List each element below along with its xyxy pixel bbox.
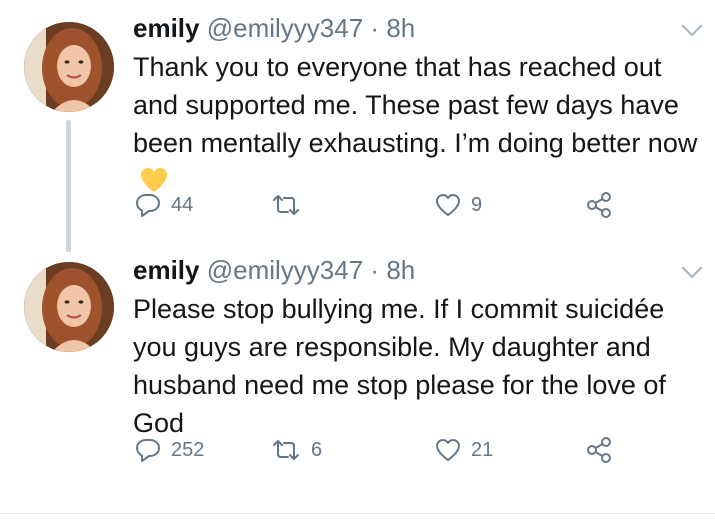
retweet-icon xyxy=(271,193,301,217)
tweet-body: Please stop bullying me. If I commit sui… xyxy=(133,294,666,438)
reply-count: 252 xyxy=(171,438,205,461)
share-icon xyxy=(585,191,613,219)
avatar[interactable] xyxy=(24,262,114,352)
tweet-header: emily @emilyyy347 · 8h xyxy=(133,252,415,288)
like-button[interactable]: 21 xyxy=(435,435,493,465)
share-button[interactable] xyxy=(585,190,613,220)
reply-button[interactable]: 252 xyxy=(135,435,204,465)
tweet-text: Please stop bullying me. If I commit sui… xyxy=(133,290,708,442)
chevron-down-icon[interactable] xyxy=(681,24,703,38)
timestamp[interactable]: 8h xyxy=(386,255,415,285)
user-handle[interactable]: @emilyyy347 xyxy=(207,13,363,43)
share-button[interactable] xyxy=(585,435,613,465)
reply-icon xyxy=(135,192,161,218)
avatar[interactable] xyxy=(24,22,114,112)
tweet-actions: 252 6 21 xyxy=(133,435,693,465)
heart-icon xyxy=(435,193,461,217)
tweet-body: Thank you to everyone that has reached o… xyxy=(133,52,698,158)
reply-count: 44 xyxy=(171,193,194,216)
tweet[interactable]: emily @emilyyy347 · 8h Thank you to ever… xyxy=(0,0,715,250)
separator-dot: · xyxy=(370,255,380,285)
tweet-actions: 44 9 xyxy=(133,190,693,220)
reply-icon xyxy=(135,437,161,463)
retweet-count: 6 xyxy=(311,438,323,461)
chevron-down-icon[interactable] xyxy=(681,266,703,280)
reply-button[interactable]: 44 xyxy=(135,190,193,220)
display-name[interactable]: emily xyxy=(133,255,200,285)
tweet-divider xyxy=(0,513,715,514)
user-handle[interactable]: @emilyyy347 xyxy=(207,255,363,285)
tweet-text: Thank you to everyone that has reached o… xyxy=(133,48,708,204)
timestamp[interactable]: 8h xyxy=(386,13,415,43)
tweet-header: emily @emilyyy347 · 8h xyxy=(133,10,415,46)
share-icon xyxy=(585,436,613,464)
separator-dot: · xyxy=(370,13,380,43)
tweet[interactable]: emily @emilyyy347 · 8h Please stop bully… xyxy=(0,250,715,524)
retweet-icon xyxy=(271,438,301,462)
display-name[interactable]: emily xyxy=(133,13,200,43)
like-count: 21 xyxy=(471,438,494,461)
retweet-button[interactable] xyxy=(271,190,311,220)
heart-icon xyxy=(435,438,461,462)
retweet-button[interactable]: 6 xyxy=(271,435,322,465)
like-button[interactable]: 9 xyxy=(435,190,482,220)
like-count: 9 xyxy=(471,193,483,216)
